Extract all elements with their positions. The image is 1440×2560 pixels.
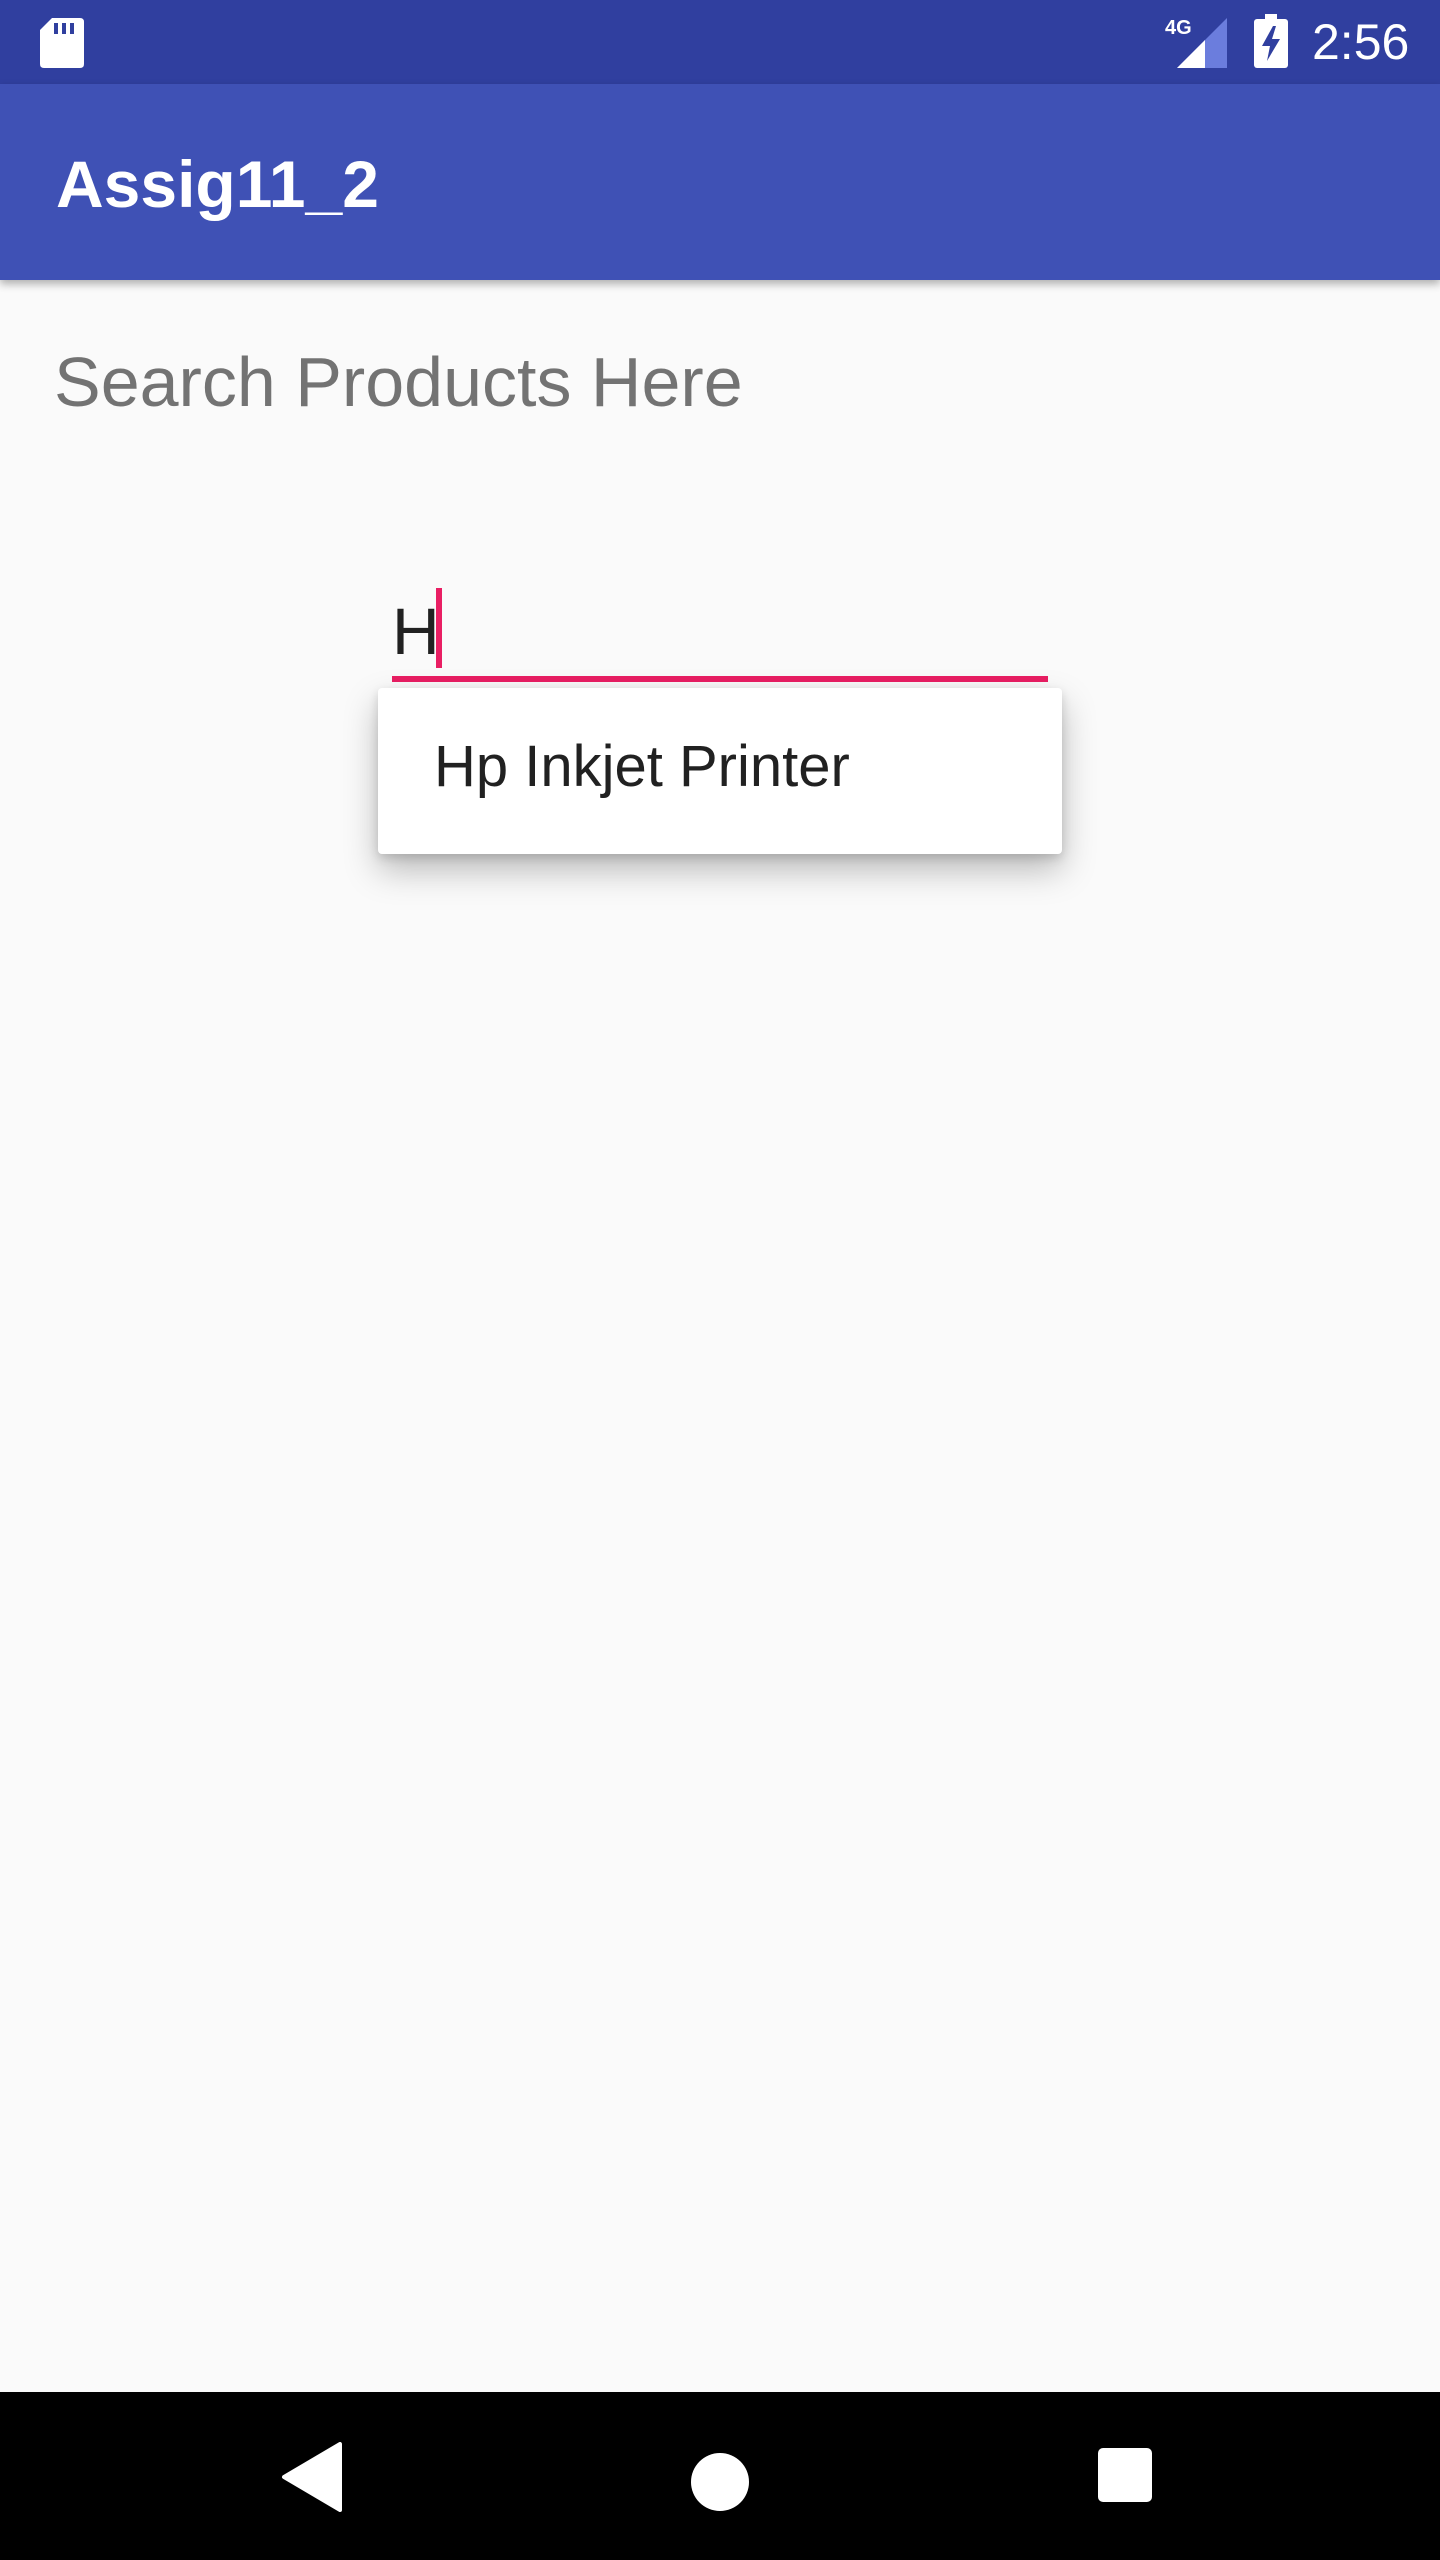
status-bar: 4G 2:56 bbox=[0, 0, 1440, 84]
suggestion-item-label: Hp Inkjet Printer bbox=[434, 734, 850, 799]
signal-icon: 4G bbox=[1165, 17, 1227, 68]
search-input[interactable] bbox=[392, 584, 1048, 678]
recents-icon[interactable] bbox=[1090, 2442, 1160, 2512]
search-field[interactable] bbox=[392, 584, 1048, 684]
search-label: Search Products Here bbox=[54, 343, 743, 421]
suggestion-item[interactable]: Hp Inkjet Printer bbox=[378, 688, 1062, 854]
network-type-label: 4G bbox=[1165, 17, 1192, 39]
app-bar: Assig11_2 bbox=[0, 84, 1440, 280]
app-title: Assig11_2 bbox=[56, 147, 379, 221]
back-icon[interactable] bbox=[280, 2442, 350, 2512]
clock: 2:56 bbox=[1312, 14, 1410, 70]
input-underline bbox=[392, 676, 1048, 682]
navigation-bar bbox=[0, 2392, 1440, 2560]
home-icon[interactable] bbox=[680, 2442, 760, 2522]
sd-card-icon bbox=[40, 18, 84, 68]
battery-charging-icon bbox=[1254, 14, 1288, 68]
text-cursor bbox=[436, 588, 442, 668]
suggestion-dropdown: Hp Inkjet Printer bbox=[378, 688, 1062, 854]
